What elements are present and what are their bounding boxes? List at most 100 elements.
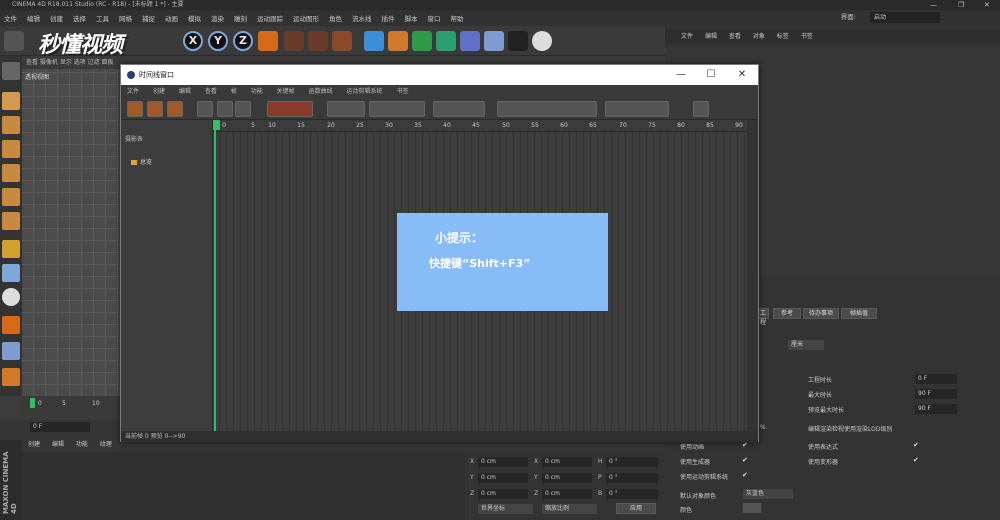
menu-snap[interactable]: 捕捉	[142, 13, 155, 23]
key-type-icons[interactable]	[327, 101, 365, 117]
sync-icon[interactable]	[217, 101, 233, 117]
tl-menu-frame[interactable]: 帧	[231, 88, 237, 95]
material-manager[interactable]	[22, 452, 465, 520]
coord-size-y[interactable]: 0 cm	[542, 473, 592, 483]
texture-mode-icon[interactable]	[2, 116, 20, 134]
unit-select[interactable]: 厘米	[788, 340, 824, 350]
coord-pos-z[interactable]: 0 cm	[478, 489, 528, 499]
current-frame-field[interactable]: 0 F	[30, 422, 90, 432]
material-menu-edit[interactable]: 编辑	[52, 441, 64, 448]
coord-rot-b[interactable]: 0 °	[606, 489, 658, 499]
perspective-viewport[interactable]: 查看 摄像机 显示 选项 过滤 面板 透视视图	[22, 56, 122, 396]
summary-track[interactable]: 总览	[131, 157, 152, 166]
tab-todo[interactable]: 待办事项	[803, 308, 839, 319]
minimize-icon[interactable]: —	[666, 65, 696, 85]
material-menu-function[interactable]: 功能	[76, 441, 88, 448]
menu-character[interactable]: 角色	[329, 13, 342, 23]
project-length-field[interactable]: 0 F	[915, 374, 957, 384]
tl-menu-create[interactable]: 创建	[153, 88, 165, 95]
fcurve-icon[interactable]	[693, 101, 709, 117]
use-expressions-checkbox[interactable]: ✔	[913, 441, 919, 449]
camera-icon[interactable]	[508, 31, 528, 51]
magnet-icon[interactable]	[2, 316, 20, 334]
default-color-select[interactable]: 灰蓝色	[743, 489, 793, 499]
menu-select[interactable]: 选择	[73, 13, 86, 23]
deformer-icon[interactable]	[460, 31, 480, 51]
coordinate-system-icon[interactable]	[258, 31, 278, 51]
tangent-icons[interactable]	[497, 101, 597, 117]
menu-simulate[interactable]: 模拟	[188, 13, 201, 23]
render-picture-viewer-icon[interactable]	[308, 31, 328, 51]
curve-shape-icons[interactable]	[433, 101, 485, 117]
main-timeline-playhead[interactable]	[30, 398, 35, 408]
om-menu-file[interactable]: 文件	[681, 33, 693, 40]
floor-icon[interactable]	[484, 31, 504, 51]
viewport-menu[interactable]: 查看 摄像机 显示 选项 过滤 面板	[22, 56, 122, 69]
menu-animate[interactable]: 动画	[165, 13, 178, 23]
menu-edit[interactable]: 编辑	[27, 13, 40, 23]
coord-pos-x[interactable]: 0 cm	[478, 457, 528, 467]
grid-snap-icon[interactable]	[2, 342, 20, 360]
minimize-icon[interactable]: —	[930, 0, 937, 10]
points-mode-icon[interactable]	[2, 164, 20, 182]
workplane-icon[interactable]	[2, 140, 20, 158]
edges-mode-icon[interactable]	[2, 188, 20, 206]
cube-icon[interactable]	[364, 31, 384, 51]
apply-button[interactable]: 应用	[616, 503, 656, 514]
menu-help[interactable]: 帮助	[451, 13, 464, 23]
menu-mesh[interactable]: 网格	[119, 13, 132, 23]
restore-icon[interactable]: ❐	[958, 0, 964, 10]
menu-render[interactable]: 渲染	[211, 13, 224, 23]
om-menu-bookmarks[interactable]: 书签	[801, 33, 813, 40]
make-editable-icon[interactable]	[2, 62, 20, 80]
coord-size-x[interactable]: 0 cm	[542, 457, 592, 467]
layout-select[interactable]: 启动	[870, 12, 940, 23]
menu-file[interactable]: 文件	[4, 13, 17, 23]
om-menu-objects[interactable]: 对象	[753, 33, 765, 40]
om-menu-edit[interactable]: 编辑	[705, 33, 717, 40]
record-icon[interactable]	[235, 101, 251, 117]
menu-plugins[interactable]: 插件	[382, 13, 395, 23]
render-settings-icon[interactable]	[332, 31, 352, 51]
add-key-icons[interactable]	[267, 101, 313, 117]
om-menu-tags[interactable]: 标签	[777, 33, 789, 40]
use-animation-checkbox[interactable]: ✔	[742, 441, 748, 449]
menu-create[interactable]: 创建	[50, 13, 63, 23]
axis-mode-icon[interactable]	[2, 240, 20, 258]
lock-workplane-icon[interactable]	[2, 368, 20, 386]
main-timeline[interactable]: 0 5 10	[22, 396, 122, 420]
close-icon[interactable]: ✕	[984, 0, 990, 10]
tl-menu-view[interactable]: 查看	[205, 88, 217, 95]
menu-motion-tracker[interactable]: 运动跟踪	[257, 13, 283, 23]
tl-menu-file[interactable]: 文件	[127, 88, 139, 95]
break-tangent-icons[interactable]	[605, 101, 669, 117]
menu-pipeline[interactable]: 流水线	[352, 13, 372, 23]
motion-mode-icon[interactable]	[167, 101, 183, 117]
timeline-ruler[interactable]: 0 5 10 15 20 25 30 35 40 45 50 55 60 65 …	[213, 120, 747, 132]
menu-mograph[interactable]: 运动图形	[293, 13, 319, 23]
menu-sculpt[interactable]: 雕刻	[234, 13, 247, 23]
maximize-icon[interactable]: ☐	[696, 65, 726, 85]
render-view-icon[interactable]	[284, 31, 304, 51]
cloner-icon[interactable]	[436, 31, 456, 51]
timeline-playhead[interactable]	[214, 120, 216, 433]
interpolation-icons[interactable]	[369, 101, 425, 117]
tweak-icon[interactable]	[2, 264, 20, 282]
use-deformers-checkbox[interactable]: ✔	[913, 456, 919, 464]
timeline-window-titlebar[interactable]: 时间线窗口 — ☐ ✕	[121, 65, 758, 85]
model-mode-icon[interactable]	[2, 92, 20, 110]
material-menu-create[interactable]: 创建	[28, 441, 40, 448]
tl-menu-motion-system[interactable]: 运动剪辑系统	[347, 88, 383, 95]
preview-max-length-field[interactable]: 90 F	[915, 404, 957, 414]
tl-menu-edit[interactable]: 编辑	[179, 88, 191, 95]
om-menu-view[interactable]: 查看	[729, 33, 741, 40]
scale-mode-select[interactable]: 缩放比例	[542, 504, 597, 514]
timeline-scrollbar[interactable]	[747, 120, 758, 433]
undo-icon[interactable]	[4, 31, 24, 51]
max-length-field[interactable]: 90 F	[915, 389, 957, 399]
fcurve-mode-icon[interactable]	[147, 101, 163, 117]
tab-reference[interactable]: 参考	[773, 308, 801, 319]
coord-size-z[interactable]: 0 cm	[542, 489, 592, 499]
tl-menu-function[interactable]: 功能	[251, 88, 263, 95]
tl-menu-fcurve[interactable]: 函数曲线	[309, 88, 333, 95]
